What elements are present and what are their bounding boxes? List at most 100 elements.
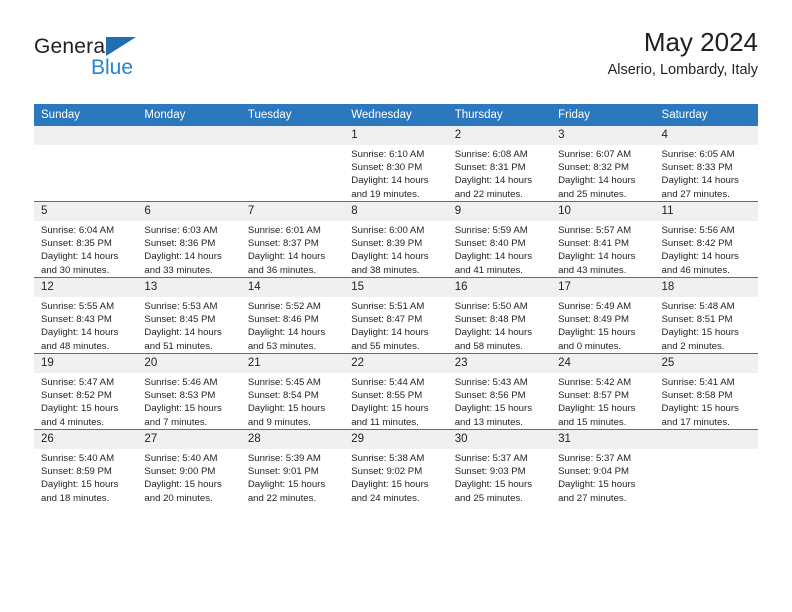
daylight-duration-line1: Daylight: 14 hours (661, 251, 739, 263)
day-number: 14 (240, 278, 345, 298)
daylight-duration-line2: and 41 minutes. (454, 264, 523, 276)
calendar-day-cell[interactable]: 13 Sunrise: 5:53 AM Sunset: 8:45 PM Dayligh… (137, 277, 241, 354)
day-box: 3 Sunrise: 6:07 AM Sunset: 8:32 PM Daylight… (551, 126, 655, 201)
calendar-day-cell[interactable]: 23 Sunrise: 5:43 AM Sunset: 8:56 PM Dayligh… (447, 353, 552, 430)
weekday-header-monday: Monday (137, 104, 241, 126)
day-box: 10 Sunrise: 5:57 AM Sunset: 8:41 PM Dayligh… (551, 202, 655, 277)
calendar-day-cell[interactable]: 1 Sunrise: 6:10 AM Sunset: 8:30 PM Daylight… (344, 126, 448, 202)
sunrise-time: Sunrise: 5:41 AM (661, 377, 735, 389)
day-box: 12 Sunrise: 5:55 AM Sunset: 8:43 PM Dayligh… (34, 278, 138, 353)
calendar-day-cell[interactable]: 15 Sunrise: 5:51 AM Sunset: 8:47 PM Dayligh… (344, 277, 448, 354)
calendar-day-cell[interactable]: 19 Sunrise: 5:47 AM Sunset: 8:52 PM Dayligh… (34, 353, 138, 430)
calendar-day-cell[interactable]: 18 Sunrise: 5:48 AM Sunset: 8:51 PM Dayligh… (654, 277, 758, 354)
daylight-duration-line1: Daylight: 15 hours (41, 403, 119, 415)
day-details: Sunrise: 5:44 AM Sunset: 8:55 PM Daylight:… (344, 373, 447, 428)
calendar-day-cell-empty (34, 126, 138, 202)
calendar-day-cell[interactable]: 21 Sunrise: 5:45 AM Sunset: 8:54 PM Dayligh… (240, 353, 345, 430)
day-box: 2 Sunrise: 6:08 AM Sunset: 8:31 PM Daylight… (447, 126, 552, 201)
day-details: Sunrise: 5:46 AM Sunset: 8:53 PM Daylight:… (137, 373, 240, 428)
sunrise-time: Sunrise: 5:37 AM (558, 453, 632, 465)
calendar-day-cell[interactable]: 31 Sunrise: 5:37 AM Sunset: 9:04 PM Dayligh… (551, 429, 655, 505)
daylight-duration-line1: Daylight: 14 hours (558, 175, 636, 187)
day-box (654, 430, 758, 505)
calendar-day-cell[interactable]: 20 Sunrise: 5:46 AM Sunset: 8:53 PM Dayligh… (137, 353, 241, 430)
daylight-duration-line2: and 22 minutes. (247, 492, 317, 504)
sunset-time: Sunset: 8:56 PM (454, 390, 526, 402)
calendar-day-cell-empty (240, 126, 345, 202)
day-number: 1 (344, 126, 448, 146)
calendar-day-cell[interactable]: 3 Sunrise: 6:07 AM Sunset: 8:32 PM Daylight… (551, 126, 655, 202)
daylight-duration-line1: Daylight: 15 hours (661, 327, 739, 339)
calendar-day-cell[interactable]: 16 Sunrise: 5:50 AM Sunset: 8:48 PM Dayligh… (447, 277, 552, 354)
sunrise-time: Sunrise: 5:55 AM (41, 301, 115, 313)
calendar-day-cell[interactable]: 8 Sunrise: 6:00 AM Sunset: 8:39 PM Daylight… (344, 201, 448, 278)
general-blue-logo[interactable]: General Blue (34, 36, 214, 92)
day-details: Sunrise: 5:52 AM Sunset: 8:46 PM Daylight:… (241, 297, 344, 352)
calendar-day-cell[interactable]: 26 Sunrise: 5:40 AM Sunset: 8:59 PM Dayligh… (34, 429, 138, 505)
page-subtitle: Alserio, Lombardy, Italy (607, 62, 758, 79)
weekday-header-wednesday: Wednesday (344, 104, 448, 126)
daylight-duration-line1: Daylight: 15 hours (247, 403, 326, 415)
calendar-day-cell[interactable]: 22 Sunrise: 5:44 AM Sunset: 8:55 PM Dayligh… (344, 353, 448, 430)
daylight-duration-line2: and 55 minutes. (351, 340, 420, 352)
day-box: 14 Sunrise: 5:52 AM Sunset: 8:46 PM Dayligh… (240, 278, 345, 353)
calendar-day-cell[interactable]: 9 Sunrise: 5:59 AM Sunset: 8:40 PM Daylight… (447, 201, 552, 278)
sunrise-time: Sunrise: 5:47 AM (41, 377, 115, 389)
calendar-day-cell[interactable]: 7 Sunrise: 6:01 AM Sunset: 8:37 PM Daylight… (240, 201, 345, 278)
day-number: 3 (551, 126, 655, 146)
calendar-day-cell[interactable]: 2 Sunrise: 6:08 AM Sunset: 8:31 PM Daylight… (447, 126, 552, 202)
calendar-day-cell[interactable]: 29 Sunrise: 5:38 AM Sunset: 9:02 PM Dayligh… (344, 429, 448, 505)
day-box: 1 Sunrise: 6:10 AM Sunset: 8:30 PM Daylight… (344, 126, 448, 201)
day-number: 4 (654, 126, 758, 146)
sunrise-time: Sunrise: 5:42 AM (558, 377, 632, 389)
day-box: 13 Sunrise: 5:53 AM Sunset: 8:45 PM Dayligh… (137, 278, 241, 353)
day-number: 7 (240, 202, 345, 222)
calendar-day-cell[interactable]: 28 Sunrise: 5:39 AM Sunset: 9:01 PM Dayligh… (240, 429, 345, 505)
daylight-duration-line2: and 20 minutes. (144, 492, 213, 504)
calendar-day-cell[interactable]: 10 Sunrise: 5:57 AM Sunset: 8:41 PM Dayligh… (551, 201, 655, 278)
weekday-header-tuesday: Tuesday (240, 104, 345, 126)
sunset-time: Sunset: 8:36 PM (144, 238, 216, 250)
sunset-time: Sunset: 8:48 PM (454, 314, 526, 326)
daylight-duration-line2: and 36 minutes. (247, 264, 317, 276)
logo-text-general: General (34, 35, 111, 58)
daylight-duration-line1: Daylight: 14 hours (247, 327, 326, 339)
daylight-duration-line2: and 53 minutes. (247, 340, 317, 352)
calendar-day-cell[interactable]: 25 Sunrise: 5:41 AM Sunset: 8:58 PM Dayligh… (654, 353, 758, 430)
day-details: Sunrise: 5:42 AM Sunset: 8:57 PM Daylight:… (551, 373, 654, 428)
calendar-day-cell[interactable]: 17 Sunrise: 5:49 AM Sunset: 8:49 PM Dayligh… (551, 277, 655, 354)
day-box: 22 Sunrise: 5:44 AM Sunset: 8:55 PM Dayligh… (344, 354, 448, 429)
day-details: Sunrise: 6:08 AM Sunset: 8:31 PM Daylight:… (448, 145, 551, 200)
day-number: 6 (137, 202, 241, 222)
day-box: 26 Sunrise: 5:40 AM Sunset: 8:59 PM Dayligh… (34, 430, 138, 505)
day-details: Sunrise: 5:37 AM Sunset: 9:04 PM Daylight:… (551, 449, 654, 504)
day-number (654, 430, 758, 449)
sunrise-time: Sunrise: 5:40 AM (41, 453, 115, 465)
sunset-time: Sunset: 8:42 PM (661, 238, 733, 250)
calendar-day-cell[interactable]: 4 Sunrise: 6:05 AM Sunset: 8:33 PM Daylight… (654, 126, 758, 202)
sunrise-time: Sunrise: 5:59 AM (454, 225, 528, 237)
sunrise-time: Sunrise: 5:49 AM (558, 301, 632, 313)
sunset-time: Sunset: 8:52 PM (41, 390, 112, 402)
sunset-time: Sunset: 9:01 PM (247, 466, 319, 478)
day-box: 19 Sunrise: 5:47 AM Sunset: 8:52 PM Dayligh… (34, 354, 138, 429)
calendar-day-cell[interactable]: 6 Sunrise: 6:03 AM Sunset: 8:36 PM Daylight… (137, 201, 241, 278)
day-details: Sunrise: 6:03 AM Sunset: 8:36 PM Daylight:… (137, 221, 240, 276)
sunset-time: Sunset: 8:53 PM (144, 390, 216, 402)
calendar-day-cell[interactable]: 12 Sunrise: 5:55 AM Sunset: 8:43 PM Dayligh… (34, 277, 138, 354)
day-number: 20 (137, 354, 241, 374)
sunset-time: Sunset: 8:51 PM (661, 314, 733, 326)
daylight-duration-line1: Daylight: 15 hours (454, 403, 533, 415)
day-details: Sunrise: 6:04 AM Sunset: 8:35 PM Daylight:… (34, 221, 137, 276)
calendar-day-cell[interactable]: 27 Sunrise: 5:40 AM Sunset: 9:00 PM Dayligh… (137, 429, 241, 505)
calendar-day-cell[interactable]: 11 Sunrise: 5:56 AM Sunset: 8:42 PM Dayligh… (654, 201, 758, 278)
calendar-day-cell[interactable]: 14 Sunrise: 5:52 AM Sunset: 8:46 PM Dayligh… (240, 277, 345, 354)
sunrise-time: Sunrise: 6:05 AM (661, 149, 735, 161)
day-box: 7 Sunrise: 6:01 AM Sunset: 8:37 PM Daylight… (240, 202, 345, 277)
calendar-day-cell[interactable]: 30 Sunrise: 5:37 AM Sunset: 9:03 PM Dayligh… (447, 429, 552, 505)
daylight-duration-line1: Daylight: 14 hours (454, 251, 533, 263)
daylight-duration-line2: and 38 minutes. (351, 264, 420, 276)
calendar-day-cell[interactable]: 5 Sunrise: 6:04 AM Sunset: 8:35 PM Daylight… (34, 201, 138, 278)
calendar-day-cell[interactable]: 24 Sunrise: 5:42 AM Sunset: 8:57 PM Dayligh… (551, 353, 655, 430)
daylight-duration-line1: Daylight: 15 hours (247, 479, 326, 491)
